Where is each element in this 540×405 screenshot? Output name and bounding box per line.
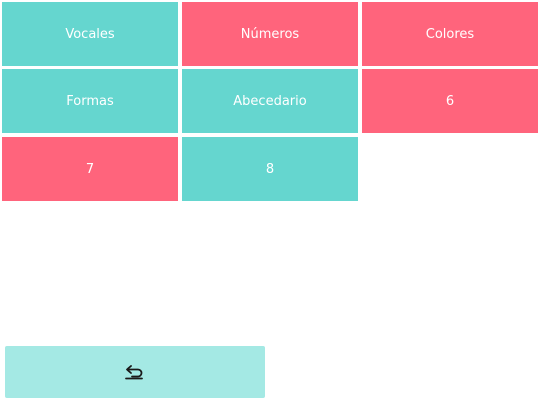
tile-formas[interactable]: Formas: [2, 69, 178, 133]
tile-6[interactable]: 6: [362, 69, 538, 133]
tile-label: 6: [445, 93, 455, 109]
tile-7[interactable]: 7: [2, 137, 178, 201]
tile-label: 7: [85, 161, 95, 177]
tile-8[interactable]: 8: [182, 137, 358, 201]
tile-label: Colores: [425, 26, 475, 42]
tile-numeros[interactable]: Números: [182, 2, 358, 66]
tile-vocales[interactable]: Vocales: [2, 2, 178, 66]
back-button[interactable]: [5, 346, 265, 398]
tile-label: Vocales: [65, 26, 115, 42]
tile-label: Números: [240, 26, 300, 42]
tile-label: Formas: [66, 93, 114, 109]
tile-abecedario[interactable]: Abecedario: [182, 69, 358, 133]
tile-colores[interactable]: Colores: [362, 2, 538, 66]
tile-label: Abecedario: [233, 93, 307, 109]
tile-label: 8: [265, 161, 275, 177]
return-arrow-icon: [125, 365, 143, 380]
menu-screen: Vocales Números Colores Formas Abecedari…: [0, 0, 540, 405]
